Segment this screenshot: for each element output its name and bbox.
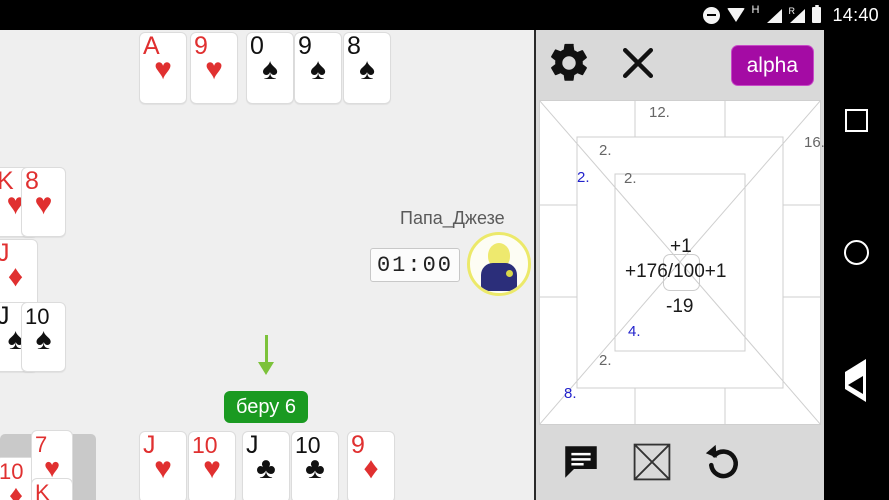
score-mark-bottom-left: 8. [564,385,577,402]
card-suit: ♣ [256,452,276,485]
card-bottom-4[interactable]: 10 ♣ [291,431,339,500]
card-suit: ♠ [359,53,375,86]
player-name: Папа_Джезе [400,208,505,228]
card-suit: ♥ [34,188,53,221]
score-mark-upper-left-2: 2. [624,170,637,187]
score-mark-lower-left-2: 2. [599,352,612,369]
score-center-value: +176/100+1 [625,261,727,282]
avatar-body-icon [481,263,517,291]
crossed-square-icon[interactable] [630,440,674,489]
game-table: A ♥ 9 ♥ 0 ♠ 9 ♠ 8 ♠ K ♥ 8 ♥ J ♦ J ♠ 10 ♠… [0,30,534,500]
card-stack-3[interactable]: K ♦ [31,478,73,500]
card-suit: ♣ [305,452,325,485]
card-bottom-5[interactable]: 9 ♦ [347,431,395,500]
card-left-5[interactable]: 10 ♠ [21,302,66,372]
avatar-badge-icon [506,270,513,277]
card-top-2[interactable]: 9 ♥ [190,32,238,104]
score-bottom-value: -19 [666,296,694,317]
android-nav-bar [824,30,889,500]
scoreboard[interactable]: 12. 16. 2. 2. 2. 4. 2. 8. +1 +176/100+1 … [539,100,825,425]
undo-icon[interactable] [702,441,744,488]
side-panel: alpha 12. 16. 2. 2. 2. 4. 2. 8. +1 +176/… [534,30,855,500]
battery-icon [812,4,822,23]
score-mark-lower-left-1: 4. [628,323,641,340]
card-bottom-1[interactable]: J ♥ [139,431,187,500]
card-left-2[interactable]: 8 ♥ [21,167,66,237]
card-bottom-2[interactable]: 10 ♥ [188,431,236,500]
player-avatar[interactable] [467,232,531,296]
wifi-icon [726,8,745,22]
score-mark-right: 16. [804,134,825,151]
do-not-disturb-icon [702,6,720,24]
signal-roaming-icon: R [788,6,806,23]
nav-home-button[interactable] [824,222,889,282]
card-suit: ♠ [35,323,52,356]
card-top-5[interactable]: 8 ♠ [343,32,391,104]
card-left-3[interactable]: J ♦ [0,239,38,309]
card-bottom-3[interactable]: J ♣ [242,431,290,500]
card-suit: ♦ [7,260,24,293]
panel-header: alpha [536,30,824,100]
nav-recents-button[interactable] [824,90,889,150]
square-icon [845,108,868,132]
score-mark-upper-left-1: 2. [599,142,612,159]
turn-timer: 01:00 [370,248,460,282]
score-mark-top: 12. [649,104,670,121]
score-mark-left: 2. [577,169,590,186]
nav-back-button[interactable] [824,355,889,415]
close-icon[interactable] [616,41,660,90]
card-top-4[interactable]: 9 ♠ [294,32,342,104]
card-suit: ♠ [262,53,278,86]
card-suit: ♥ [154,452,172,485]
gear-icon[interactable] [546,40,592,91]
alpha-button[interactable]: alpha [730,44,814,86]
panel-toolbar [536,428,855,500]
screen: H R 14:40 A ♥ 9 ♥ 0 ♠ 9 ♠ 8 ♠ K ♥ 8 ♥ J … [0,0,889,500]
circle-icon [844,239,869,265]
card-suit: ♥ [154,53,172,86]
card-suit: ♥ [205,53,223,86]
card-top-3[interactable]: 0 ♠ [246,32,294,104]
card-suit: ♦ [9,480,23,500]
card-top-1[interactable]: A ♥ [139,32,187,104]
hspa-icon: H [751,4,760,16]
card-rank: K [35,480,50,500]
card-suit: ♦ [363,452,379,485]
chat-icon[interactable] [560,441,602,488]
triangle-icon [844,359,869,402]
android-status-bar: H R 14:40 [0,0,889,30]
down-arrow-icon [251,335,281,380]
card-suit: ♠ [310,53,326,86]
card-suit: ♥ [203,452,221,485]
take-cards-button[interactable]: беру 6 [224,391,308,423]
discard-stack[interactable]: 10 ♦ 7 ♥ K ♦ [0,430,96,500]
status-bar-clock: 14:40 [832,4,879,25]
signal-icon [766,8,783,23]
